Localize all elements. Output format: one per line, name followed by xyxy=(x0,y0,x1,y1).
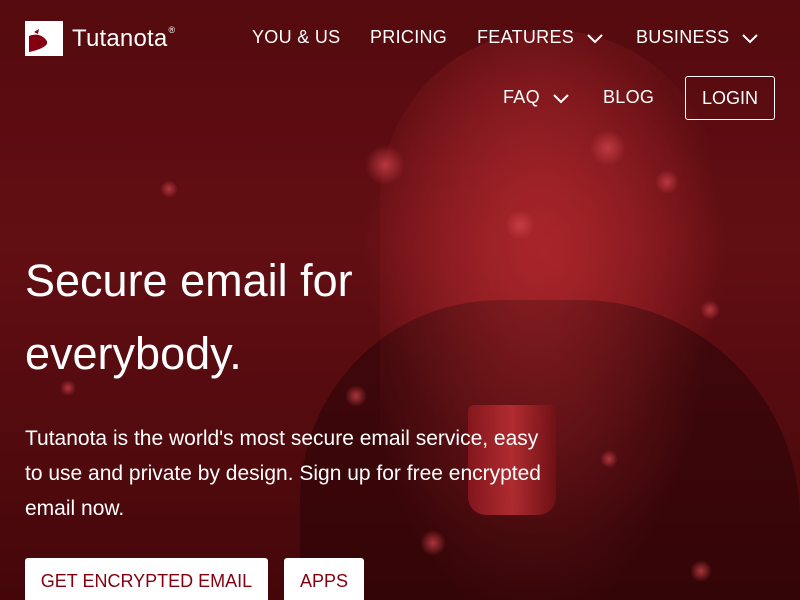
headline-line-2: everybody. xyxy=(25,328,242,379)
chevron-down-icon xyxy=(742,33,759,43)
nav-features[interactable]: FEATURES xyxy=(477,27,604,48)
nav-business[interactable]: BUSINESS xyxy=(636,27,759,48)
nav-label: FEATURES xyxy=(477,27,575,47)
login-button[interactable]: LOGIN xyxy=(685,76,775,120)
hero-headline: Secure email for everybody. xyxy=(25,244,445,390)
hero-description: Tutanota is the world's most secure emai… xyxy=(25,427,541,520)
chevron-down-icon xyxy=(587,33,603,43)
tutanota-logo-icon xyxy=(25,21,63,56)
nav-pricing[interactable]: PRICING xyxy=(370,27,447,48)
chevron-down-icon xyxy=(553,93,569,103)
nav-faq[interactable]: FAQ xyxy=(503,87,570,108)
nav-label: BUSINESS xyxy=(636,27,730,47)
nav-you-and-us[interactable]: YOU & US xyxy=(252,27,340,48)
apps-button[interactable]: APPS xyxy=(284,558,364,600)
brand-logo[interactable]: Tutanota® xyxy=(25,21,175,56)
nav-blog[interactable]: BLOG xyxy=(603,87,654,108)
headline-line-1: Secure email for xyxy=(25,255,353,306)
nav-label: BLOG xyxy=(603,87,655,107)
nav-label: PRICING xyxy=(370,27,448,47)
nav-label: FAQ xyxy=(503,87,540,107)
brand-name: Tutanota® xyxy=(72,24,176,52)
nav-label: YOU & US xyxy=(252,27,341,47)
get-encrypted-email-button[interactable]: GET ENCRYPTED EMAIL xyxy=(25,558,268,600)
